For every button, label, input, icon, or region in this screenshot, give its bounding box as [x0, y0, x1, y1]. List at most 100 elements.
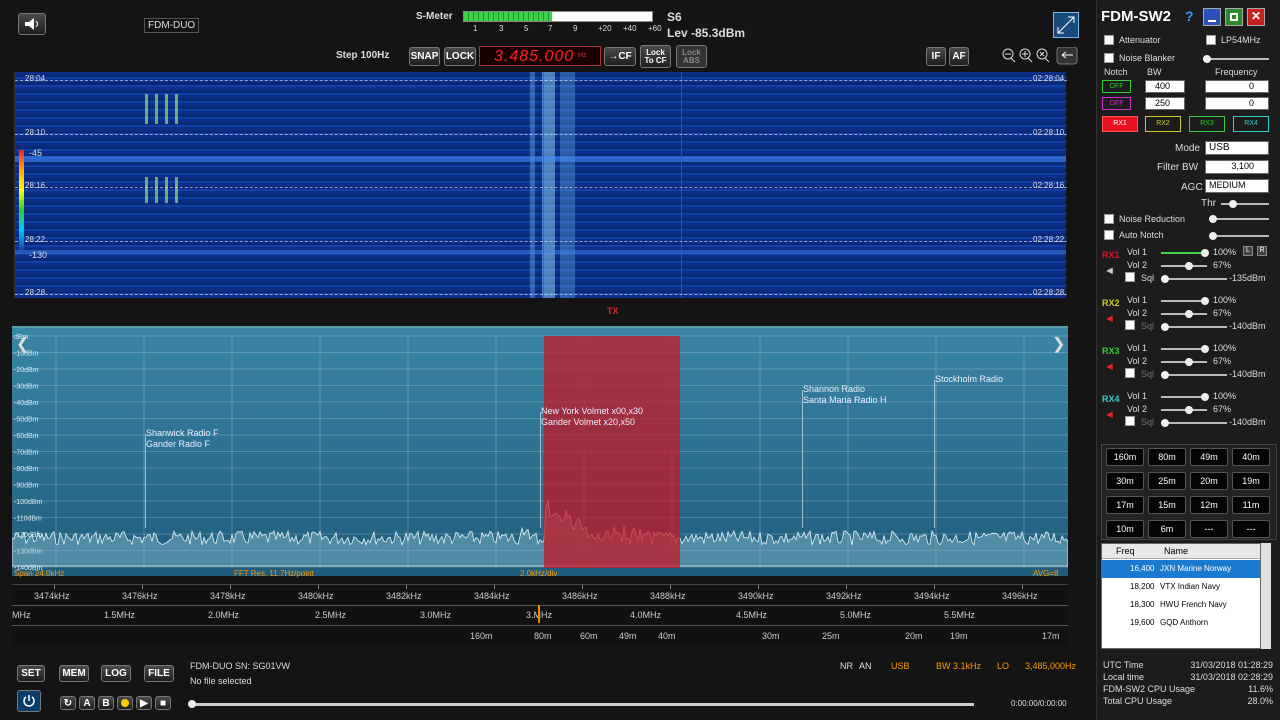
sql-slider[interactable] — [1161, 371, 1227, 379]
noise-blanker-checkbox[interactable] — [1104, 53, 1114, 63]
station-label[interactable]: Gander Radio F — [146, 439, 210, 449]
zoom-in-icon[interactable] — [1019, 48, 1033, 63]
fullscreen-icon[interactable] — [1053, 12, 1079, 38]
vol2-slider[interactable] — [1161, 310, 1207, 318]
notch1-bw[interactable]: 400 — [1145, 80, 1185, 93]
scroll-left-icon[interactable]: ❮ — [16, 334, 29, 354]
band-button[interactable]: 30m — [1106, 472, 1144, 490]
notch1-toggle[interactable]: OFF — [1102, 80, 1131, 93]
power-button[interactable] — [17, 690, 41, 712]
mem-header-freq[interactable]: Freq — [1116, 546, 1135, 556]
band-button[interactable]: 19m — [1232, 472, 1270, 490]
memory-scrollbar[interactable] — [1261, 543, 1271, 649]
sql-slider[interactable] — [1161, 275, 1227, 283]
play-b-button[interactable]: B — [98, 696, 114, 710]
vol2-slider[interactable] — [1161, 406, 1207, 414]
af-button[interactable]: AF — [949, 47, 969, 66]
slider-knob[interactable] — [1185, 310, 1193, 318]
playback-progress[interactable] — [188, 700, 974, 708]
log-button[interactable]: LOG — [101, 665, 131, 682]
spectrum-panel[interactable]: dBm -10dBm -20dBm -30dBm -40dBm -50dBm -60dBm -… — [12, 326, 1068, 578]
back-arrow-icon[interactable] — [1056, 46, 1078, 65]
band-button[interactable]: 10m — [1106, 520, 1144, 538]
agc-select[interactable]: MEDIUM — [1205, 179, 1269, 193]
notch1-freq[interactable]: 0 — [1205, 80, 1269, 93]
band-button[interactable]: 17m — [1106, 496, 1144, 514]
band-button[interactable]: 25m — [1148, 472, 1186, 490]
station-label[interactable]: Santa Maria Radio H — [803, 395, 887, 405]
band-button[interactable]: 6m — [1148, 520, 1186, 538]
rx2-button[interactable]: RX2 — [1145, 116, 1181, 132]
memory-row[interactable]: 19,600 GQD Anthorn — [1102, 614, 1260, 632]
if-button[interactable]: IF — [926, 47, 946, 66]
station-label[interactable]: Shannon Radio — [803, 384, 865, 394]
step-label[interactable]: Step 100Hz — [336, 50, 389, 61]
vol1-slider[interactable] — [1161, 345, 1209, 353]
minimize-icon[interactable] — [1203, 8, 1221, 26]
maximize-icon[interactable] — [1225, 8, 1243, 26]
scroll-right-icon[interactable]: ❯ — [1052, 334, 1065, 354]
rx4-button[interactable]: RX4 — [1233, 116, 1269, 132]
slider-knob[interactable] — [1161, 275, 1169, 283]
mode-select[interactable]: USB — [1205, 141, 1269, 155]
vol2-slider[interactable] — [1161, 262, 1207, 270]
notch2-toggle[interactable]: OFF — [1102, 97, 1131, 110]
sql-slider[interactable] — [1161, 419, 1227, 427]
file-button[interactable]: FILE — [144, 665, 174, 682]
slider-knob[interactable] — [1185, 358, 1193, 366]
vol1-slider[interactable] — [1161, 249, 1209, 257]
play-a-button[interactable]: A — [79, 696, 95, 710]
slider-knob[interactable] — [1161, 419, 1169, 427]
play-icon[interactable]: ▶ — [136, 696, 152, 710]
sql-checkbox[interactable] — [1125, 416, 1135, 426]
cf-button[interactable]: →CF — [604, 47, 636, 66]
frequency-display[interactable]: 3.485.000 Hz — [479, 46, 601, 66]
band-button[interactable]: 20m — [1190, 472, 1228, 490]
lock-abs-button[interactable]: Lock ABS — [676, 45, 707, 68]
memory-list[interactable]: Freq Name 16,400 JXN Marine Norway 18,200 V… — [1101, 543, 1261, 649]
vol1-slider[interactable] — [1161, 297, 1209, 305]
station-label[interactable]: Shanwick Radio F — [146, 428, 219, 438]
notch2-freq[interactable]: 0 — [1205, 97, 1269, 110]
noise-blanker-slider[interactable] — [1203, 55, 1269, 63]
slider-knob[interactable] — [1161, 323, 1169, 331]
vol2-slider[interactable] — [1161, 358, 1207, 366]
set-button[interactable]: SET — [17, 665, 45, 682]
sql-checkbox[interactable] — [1125, 320, 1135, 330]
band-button[interactable]: --- — [1232, 520, 1270, 538]
speaker-button[interactable] — [18, 13, 46, 35]
memory-row[interactable]: 18,200 VTX Indian Navy — [1102, 578, 1260, 596]
attenuator-checkbox[interactable] — [1104, 35, 1114, 45]
slider-knob[interactable] — [1161, 371, 1169, 379]
memory-row[interactable]: 18,300 HWU French Navy — [1102, 596, 1260, 614]
speaker-mute-icon[interactable]: ◄ — [1104, 313, 1115, 325]
slider-knob[interactable] — [1201, 297, 1209, 305]
speaker-mute-icon[interactable]: ◄ — [1104, 409, 1115, 421]
noise-reduction-checkbox[interactable] — [1104, 214, 1114, 224]
band-button[interactable]: --- — [1190, 520, 1228, 538]
noise-reduction-slider[interactable] — [1209, 215, 1269, 223]
auto-notch-slider[interactable] — [1209, 232, 1269, 240]
auto-notch-checkbox[interactable] — [1104, 230, 1114, 240]
rx3-button[interactable]: RX3 — [1189, 116, 1225, 132]
record-icon[interactable] — [117, 696, 133, 710]
band-button[interactable]: 160m — [1106, 448, 1144, 466]
loop-icon[interactable]: ↻ — [60, 696, 76, 710]
station-label[interactable]: Gander Volmet x20,x50 — [541, 417, 635, 427]
slider-knob[interactable] — [1185, 262, 1193, 270]
band-button[interactable]: 80m — [1148, 448, 1186, 466]
waterfall[interactable]: 28:04 02:28:04 28:10 02:28:10 28:16 02:28:16 2… — [14, 72, 1067, 298]
help-icon[interactable]: ? — [1185, 8, 1199, 24]
close-icon[interactable]: ✕ — [1247, 8, 1265, 26]
notch2-bw[interactable]: 250 — [1145, 97, 1185, 110]
stop-icon[interactable]: ■ — [155, 696, 171, 710]
speaker-mute-icon[interactable]: ◄ — [1104, 361, 1115, 373]
speaker-mute-icon[interactable]: ◄ — [1104, 265, 1115, 277]
sql-checkbox[interactable] — [1125, 368, 1135, 378]
sql-checkbox[interactable] — [1125, 272, 1135, 282]
filter-bw-field[interactable]: 3,100 — [1205, 160, 1269, 174]
frequency-scale[interactable]: 3474kHz 3476kHz 3478kHz 3480kHz 3482kHz 3484k… — [12, 584, 1068, 646]
vol1-slider[interactable] — [1161, 393, 1209, 401]
mem-button[interactable]: MEM — [59, 665, 89, 682]
lp54-checkbox[interactable] — [1206, 35, 1216, 45]
